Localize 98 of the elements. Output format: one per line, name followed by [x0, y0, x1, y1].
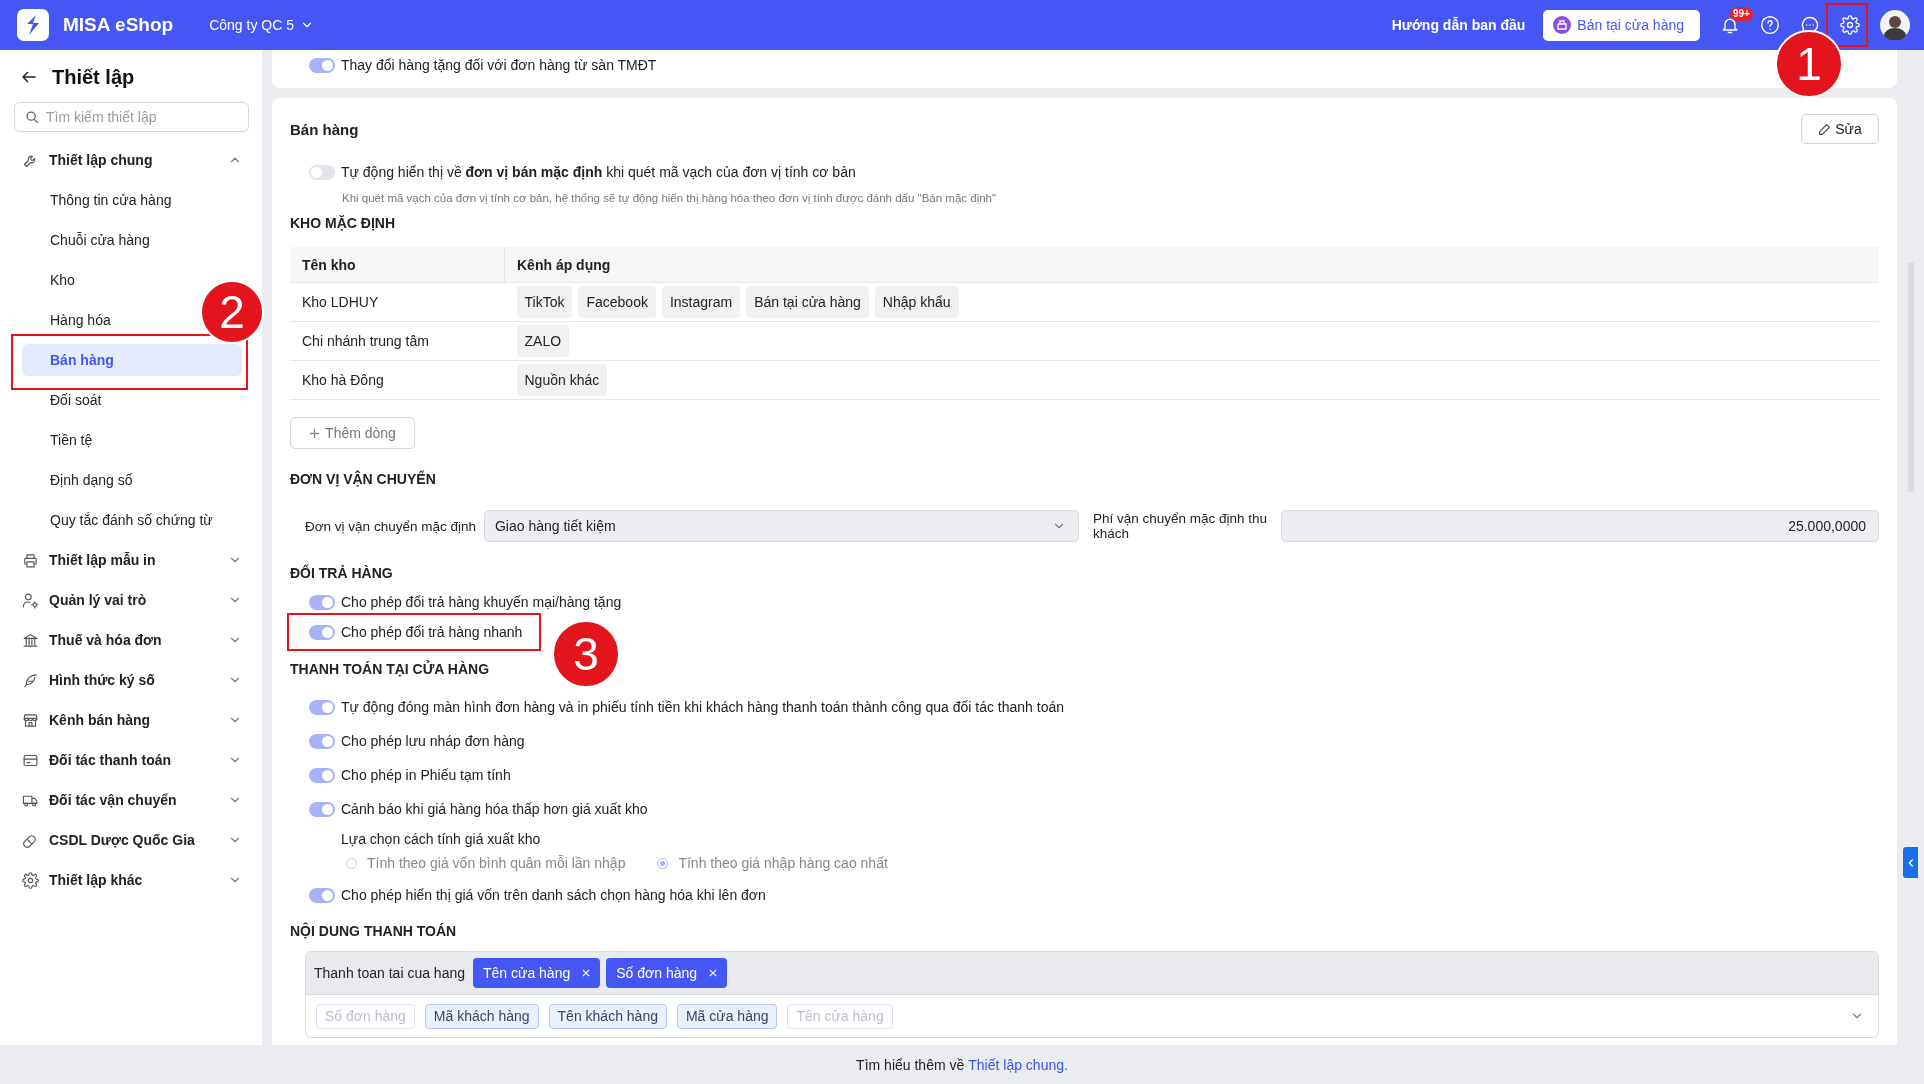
toggle-switch[interactable] [309, 594, 335, 610]
sidebar-item[interactable]: Bán hàng [22, 344, 242, 376]
section-heading: THANH TOÁN TẠI CỬA HÀNG [290, 660, 491, 678]
toggle-switch[interactable] [309, 57, 335, 73]
setting-label: Cho phép đổi trả hàng nhanh [341, 624, 523, 640]
collapse-tab[interactable] [1903, 847, 1918, 878]
brand-name: MISA eShop [63, 14, 174, 36]
help-link[interactable]: Thiết lập chung. [968, 1056, 1068, 1073]
footer-text: Tìm hiểu thêm về [856, 1056, 965, 1073]
channel-tag: Nguồn khác [516, 364, 608, 396]
sidebar-item[interactable]: Hàng hóa [22, 304, 111, 336]
edit-button[interactable]: Sửa [1801, 114, 1879, 144]
gear-icon [22, 871, 39, 889]
store-button[interactable]: Bán tại cửa hàng [1543, 9, 1700, 41]
search-icon [25, 110, 39, 124]
help-icon[interactable] [1760, 15, 1780, 35]
sidebar-group[interactable]: CSDL Dược Quốc Gia [0, 820, 262, 860]
column-header: Tên kho [290, 247, 505, 283]
setting-label: Thay đổi hàng tặng đối với đơn hàng từ sàn TMĐT [341, 57, 657, 73]
toggle-switch[interactable] [309, 887, 335, 903]
cash-register-icon [1553, 16, 1572, 34]
prefix-text: Thanh toan tai cua hang [314, 965, 465, 981]
toggle-switch[interactable] [309, 733, 335, 749]
toggle-switch[interactable] [309, 164, 335, 180]
channel-tag: Instagram [661, 286, 741, 318]
table-cell: Kho LDHUY [290, 282, 505, 322]
section-heading: NỘI DUNG THANH TOÁN [290, 922, 458, 940]
store-icon [22, 711, 39, 729]
sidebar-group[interactable]: Đối tác thanh toán [0, 740, 262, 780]
feather-icon [22, 671, 39, 689]
printer-icon [22, 551, 39, 569]
section-title: Bán hàng [290, 120, 359, 138]
logo-icon [17, 9, 49, 41]
channel-tag: TikTok [516, 286, 573, 318]
field-label: Đơn vị vận chuyển mặc định [305, 518, 476, 534]
toggle-switch[interactable] [309, 699, 335, 715]
bank-icon [22, 631, 39, 649]
toggle-switch[interactable] [309, 801, 335, 817]
notification-badge: 99+ [1730, 7, 1753, 21]
company-selector[interactable]: Công ty QC 5 [209, 17, 314, 33]
channel-tag: ZALO [516, 325, 570, 357]
radio-option[interactable]: Tính theo giá vốn bình quân mỗi lần nhập [346, 855, 626, 871]
sidebar-group[interactable]: Thiết lập khác [0, 860, 262, 900]
setting-label: Tự động đóng màn hình đơn hàng và in phiếu tính tiền khi khách hàng thanh toán thành công qua đối tác thanh toán [341, 699, 1064, 715]
sidebar-group[interactable]: Thuế và hóa đơn [0, 620, 262, 660]
guide-link[interactable]: Hướng dẫn ban đầu [1391, 17, 1526, 33]
toggle-switch[interactable] [309, 624, 335, 640]
setting-label: Cho phép hiển thị giá vốn trên danh sách chọn hàng hóa khi lên đơn [341, 887, 766, 903]
option-tag[interactable]: Mã khách hàng [424, 1003, 539, 1029]
selected-tag: Tên cửa hàng [473, 958, 601, 988]
sidebar-group[interactable]: Quản lý vai trò [0, 580, 262, 620]
sidebar-item[interactable]: Thông tin cửa hàng [22, 184, 172, 216]
radio-option[interactable]: Tính theo giá nhập hàng cao nhất [657, 855, 888, 871]
page-title: Thiết lập [52, 65, 135, 89]
sidebar-item[interactable]: Quy tắc đánh số chứng từ [22, 504, 213, 536]
plus-icon [309, 427, 321, 439]
sidebar-item[interactable]: Tiền tệ [22, 424, 93, 456]
sidebar-group[interactable]: Đối tác vận chuyển [0, 780, 262, 820]
toggle-switch[interactable] [309, 767, 335, 783]
option-label: Lựa chọn cách tính giá xuất kho [341, 830, 542, 848]
sidebar-item[interactable]: Định dạng số [22, 464, 133, 496]
sidebar-group[interactable]: Kênh bán hàng [0, 700, 262, 740]
setting-label: Cho phép đổi trả hàng khuyến mại/hàng tặng [341, 594, 622, 610]
setting-label: Cảnh báo khi giá hàng hóa thấp hơn giá xuất kho [341, 801, 648, 817]
sidebar-item[interactable]: Đối soát [22, 384, 102, 416]
carrier-dropdown[interactable]: Giao hàng tiết kiệm [483, 510, 1079, 542]
table-cell: Kho hà Đông [290, 360, 505, 400]
fee-field[interactable]: 25.000,0000 [1280, 510, 1879, 542]
channel-tag: Nhập khẩu [874, 286, 959, 318]
settings-icon[interactable] [1840, 15, 1860, 35]
hint-text: Khi quét mã vạch của đơn vị tính cơ bản, hệ thống sẽ tự động hiển thị hàng hóa theo đơn vị tính được đánh dấu "Bán mặc định" [342, 191, 998, 206]
add-row-button[interactable]: Thêm dòng [290, 417, 415, 449]
channel-tag: Facebook [578, 286, 656, 318]
sidebar-group[interactable]: Thiết lập chung [0, 140, 262, 180]
field-label: Phí vận chuyển mặc định thu khách [1092, 511, 1269, 541]
section-heading: KHO MẶC ĐỊNH [290, 214, 396, 232]
section-heading: ĐƠN VỊ VẬN CHUYỂN [290, 470, 437, 488]
pencil-icon [1818, 122, 1832, 136]
option-tag[interactable]: Tên khách hàng [548, 1003, 667, 1029]
selected-tag: Số đơn hàng [606, 958, 728, 988]
sidebar-item[interactable]: Kho [22, 264, 75, 296]
column-header: Kênh áp dụng [504, 247, 1879, 283]
user-settings-icon [22, 591, 39, 609]
sidebar-group[interactable]: Thiết lập mẫu in [0, 540, 262, 580]
setting-label: Cho phép in Phiếu tạm tính [341, 767, 511, 783]
close-icon[interactable] [709, 969, 718, 977]
search-field[interactable]: Tìm kiếm thiết lập [14, 102, 249, 132]
channel-tag: Bán tại cửa hàng [746, 286, 869, 318]
sidebar-group[interactable]: Hình thức ký số [0, 660, 262, 700]
content-field[interactable]: Thanh toan tai cua hang Tên cửa hàng Số đơn hàng [306, 952, 1878, 995]
sidebar-item[interactable]: Chuỗi cửa hàng [22, 224, 150, 256]
table-cell: Chi nhánh trung tâm [290, 321, 505, 361]
setting-label: Tự động hiển thị về đơn vị bán mặc định khi quét mã vạch của đơn vị tính cơ bản [341, 164, 856, 180]
option-tag[interactable]: Mã cửa hàng [676, 1003, 778, 1029]
close-icon[interactable] [582, 969, 591, 977]
setting-label: Cho phép lưu nháp đơn hàng [341, 733, 525, 749]
avatar-icon[interactable] [1880, 10, 1910, 40]
section-heading: ĐỔI TRẢ HÀNG [290, 564, 394, 582]
